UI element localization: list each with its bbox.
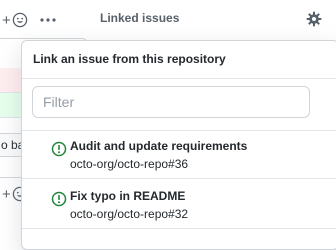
sidebar-title: Linked issues — [100, 11, 180, 25]
popover-header: Link an issue from this repository — [22, 41, 336, 79]
filter-section — [22, 79, 336, 131]
issue-list-item[interactable]: Fix typo in README octo-org/octo-repo#32 — [22, 181, 336, 229]
filter-input[interactable] — [32, 86, 310, 118]
issue-reference: octo-org/octo-repo#32 — [70, 207, 189, 221]
issue-title: Fix typo in README — [70, 189, 186, 203]
gear-icon[interactable] — [306, 11, 322, 27]
plus-glyph: + — [2, 12, 11, 29]
issue-list-item[interactable]: Audit and update requirements octo-org/o… — [22, 131, 336, 179]
kebab-horizontal-icon[interactable] — [40, 18, 56, 22]
issue-title: Audit and update requirements — [70, 139, 248, 153]
issue-reference: octo-org/octo-repo#36 — [70, 157, 189, 171]
plus-glyph: + — [2, 186, 11, 203]
add-reaction-icon[interactable] — [12, 12, 28, 28]
link-issue-popover: Link an issue from this repository Audit… — [21, 40, 336, 250]
issue-opened-icon — [51, 141, 67, 157]
issue-opened-icon — [51, 191, 67, 207]
popover-title: Link an issue from this repository — [33, 52, 226, 66]
